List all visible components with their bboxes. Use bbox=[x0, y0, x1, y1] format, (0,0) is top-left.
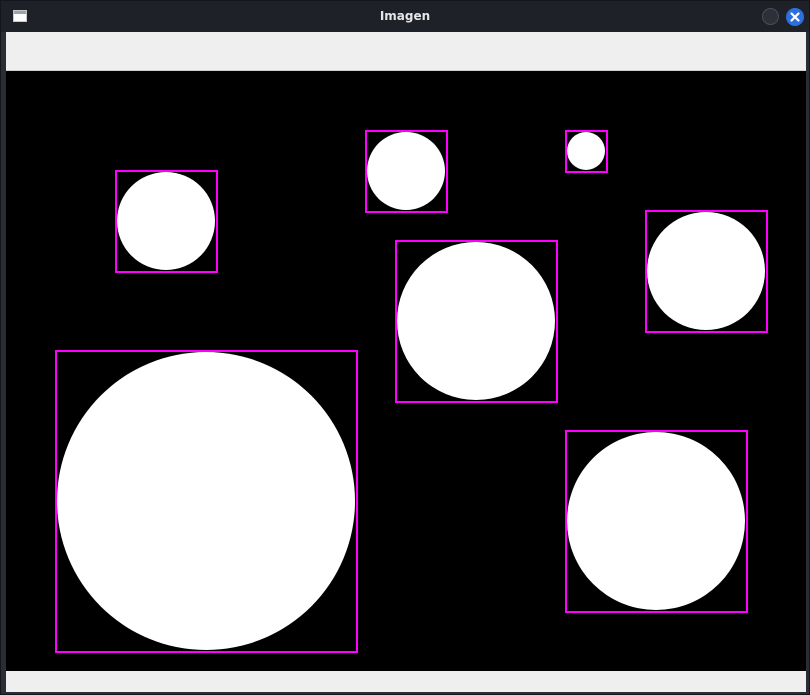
title-bar[interactable]: Imagen bbox=[1, 1, 809, 32]
circle-small-top bbox=[565, 130, 608, 173]
window-title: Imagen bbox=[379, 9, 431, 23]
close-button[interactable] bbox=[786, 8, 804, 26]
image-canvas bbox=[6, 71, 806, 671]
circle-right bbox=[645, 210, 768, 333]
status-bar bbox=[6, 671, 806, 692]
minimize-button[interactable] bbox=[762, 8, 779, 25]
circle-top-left bbox=[115, 170, 218, 273]
circle-center bbox=[395, 240, 558, 403]
toolbar bbox=[6, 32, 806, 71]
image-view bbox=[55, 130, 768, 653]
circle-bottom-right bbox=[565, 430, 748, 613]
circle-large-bottom-left bbox=[55, 350, 358, 653]
close-icon bbox=[790, 12, 800, 22]
image-window: Imagen bbox=[0, 0, 810, 695]
circle-top-middle bbox=[365, 130, 448, 213]
